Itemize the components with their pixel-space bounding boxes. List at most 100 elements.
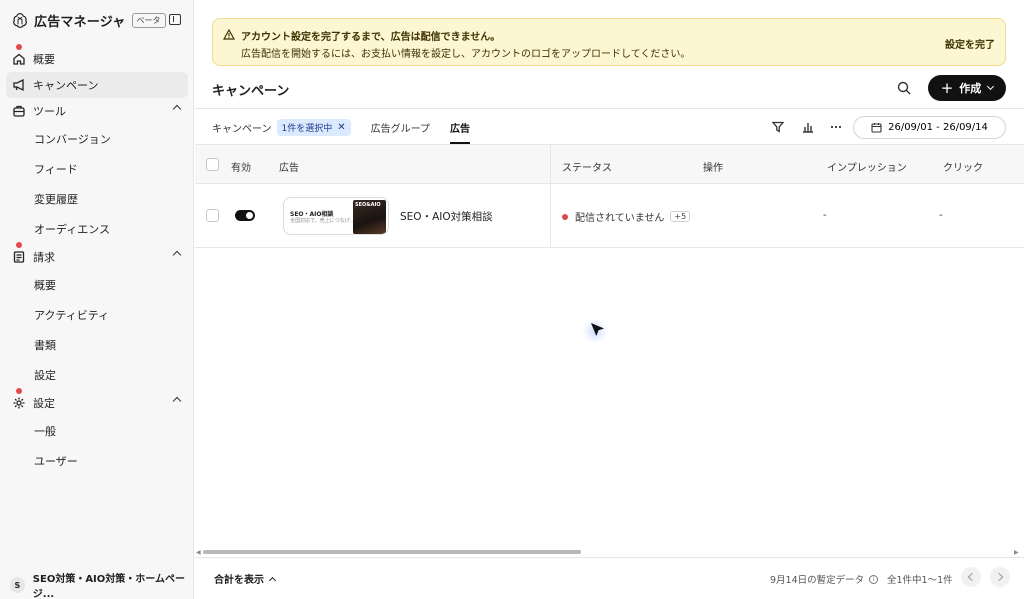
chart-icon[interactable] xyxy=(801,120,815,134)
sidebar-subitem-conversions[interactable]: コンバージョン xyxy=(6,124,188,154)
sidebar-nav: 概要 キャンペーン ツール コンバージョン フィード 変更履歴 オーディエンス … xyxy=(6,44,188,476)
gear-icon xyxy=(13,397,25,409)
horizontal-scrollbar[interactable] xyxy=(203,550,581,554)
column-header-status[interactable]: ステータス xyxy=(562,159,612,174)
column-header-impressions[interactable]: インプレッション xyxy=(827,159,907,174)
chevron-down-icon xyxy=(987,82,995,91)
column-header-ad[interactable]: 広告 xyxy=(279,159,299,174)
scroll-left-arrow-icon[interactable]: ◀ xyxy=(196,549,201,556)
create-button-label: 作成 xyxy=(959,82,982,95)
divider xyxy=(195,108,1024,109)
estimate-note: 9月14日の暫定データ i xyxy=(770,572,879,586)
column-header-action[interactable]: 操作 xyxy=(703,159,723,174)
show-totals-label: 合計を表示 xyxy=(214,575,264,586)
megaphone-icon xyxy=(13,78,24,92)
info-icon[interactable]: i xyxy=(869,574,879,584)
plus-icon: + xyxy=(940,78,954,97)
ad-name[interactable]: SEO・AIO対策相談 xyxy=(400,209,493,224)
select-all-checkbox[interactable] xyxy=(206,158,219,171)
level-tabs: キャンペーン 1件を選択中 ✕ 広告グループ 広告 xyxy=(212,110,490,144)
ad-image: SEO&AIO xyxy=(353,200,386,234)
beta-badge: ベータ xyxy=(131,12,166,28)
column-header-enabled[interactable]: 有効 xyxy=(231,159,251,174)
sidebar-item-tools[interactable]: ツール xyxy=(6,98,188,124)
banner-body: 広告配信を開始するには、お支払い情報を設定し、アカウントのロゴをアップロードして… xyxy=(241,49,691,60)
brand[interactable]: 広告マネージャ ベータ xyxy=(12,10,166,30)
selection-chip[interactable]: 1件を選択中 ✕ xyxy=(276,118,351,136)
selection-chip-label: 1件を選択中 xyxy=(281,123,333,134)
ad-preview-thumbnail[interactable]: SEO・AIO相談 全国対応で、売上につなげ... SEO&AIO xyxy=(283,197,389,235)
sidebar-subitem-change-history[interactable]: 変更履歴 xyxy=(6,184,188,214)
calendar-icon xyxy=(871,123,882,133)
table-header: 有効 広告 ステータス 操作 インプレッション クリック xyxy=(195,144,1024,184)
filter-icon[interactable] xyxy=(771,120,785,134)
mouse-cursor-icon xyxy=(591,323,604,336)
create-button[interactable]: + 作成 xyxy=(928,75,1006,101)
status-more-badge[interactable]: +5 xyxy=(670,211,691,222)
complete-setup-button[interactable]: 設定を完了 xyxy=(945,36,995,51)
sidebar-subitem-general[interactable]: 一般 xyxy=(6,416,188,446)
warning-icon xyxy=(223,29,235,40)
impressions-cell: - xyxy=(823,210,827,221)
notification-dot xyxy=(16,388,22,394)
sidebar-subitem-feeds[interactable]: フィード xyxy=(6,154,188,184)
avatar: S xyxy=(10,577,25,593)
close-icon[interactable]: ✕ xyxy=(337,122,345,133)
sidebar-item-label: 請求 xyxy=(33,251,55,264)
tab-campaigns[interactable]: キャンペーン 1件を選択中 ✕ xyxy=(212,110,351,144)
sidebar-item-campaigns[interactable]: キャンペーン xyxy=(6,72,188,98)
app-title: 広告マネージャ xyxy=(34,14,126,30)
page-title: キャンペーン xyxy=(212,84,290,99)
sidebar-item-settings[interactable]: 設定 xyxy=(6,388,188,416)
sidebar-item-billing[interactable]: 請求 xyxy=(6,242,188,270)
sidebar: 広告マネージャ ベータ 概要 キャンペーン ツール コンバージョン フィード 変… xyxy=(0,0,194,599)
status-text: 配信されていません xyxy=(575,213,665,224)
date-range-label: 26/09/01 - 26/09/14 xyxy=(888,122,988,133)
sidebar-item-label: キャンペーン xyxy=(33,79,99,92)
sidebar-item-overview[interactable]: 概要 xyxy=(6,44,188,72)
account-name: SEO対策・AIO対策・ホームページ... xyxy=(32,574,185,599)
scroll-right-arrow-icon[interactable]: ▶ xyxy=(1014,549,1019,556)
sidebar-subitem-users[interactable]: ユーザー xyxy=(6,446,188,476)
sidebar-subitem-documents[interactable]: 書類 xyxy=(6,330,188,360)
chevron-up-icon[interactable] xyxy=(172,250,182,260)
status-cell[interactable]: 配信されていません +5 xyxy=(562,209,691,224)
main-content: アカウント設定を完了するまで、広告は配信できません。 広告配信を開始するには、お… xyxy=(195,0,1024,599)
sidebar-subitem-billing-overview[interactable]: 概要 xyxy=(6,270,188,300)
table-row[interactable]: SEO・AIO相談 全国対応で、売上につなげ... SEO&AIO SEO・AI… xyxy=(195,184,1024,248)
previous-page-button[interactable] xyxy=(961,567,981,587)
sidebar-toggle-icon[interactable] xyxy=(169,14,181,25)
setup-warning-banner: アカウント設定を完了するまで、広告は配信できません。 広告配信を開始するには、お… xyxy=(212,18,1006,66)
chevron-up-icon xyxy=(268,576,277,584)
date-range-picker[interactable]: 26/09/01 - 26/09/14 xyxy=(853,116,1006,139)
search-icon[interactable] xyxy=(896,80,912,96)
sidebar-subitem-audiences[interactable]: オーディエンス xyxy=(6,214,188,244)
divider xyxy=(195,557,1024,558)
pagination-summary: 全1件中1〜1件 xyxy=(887,575,953,586)
clicks-cell: - xyxy=(939,210,943,221)
chevron-up-icon[interactable] xyxy=(172,396,182,406)
sidebar-item-label: 設定 xyxy=(33,397,55,410)
enabled-toggle[interactable] xyxy=(235,210,255,221)
status-dot xyxy=(562,213,568,220)
sidebar-item-label: ツール xyxy=(33,105,66,118)
openai-logo-icon xyxy=(13,13,27,28)
toolbox-icon xyxy=(13,105,25,117)
tab-ads[interactable]: 広告 xyxy=(450,110,471,144)
ad-image-text: SEO&AIO xyxy=(355,202,381,208)
next-page-button[interactable] xyxy=(990,567,1010,587)
receipt-icon xyxy=(13,251,25,263)
banner-title: アカウント設定を完了するまで、広告は配信できません。 xyxy=(241,32,501,43)
row-checkbox[interactable] xyxy=(206,209,219,222)
column-header-clicks[interactable]: クリック xyxy=(943,159,983,174)
account-switcher[interactable]: S SEO対策・AIO対策・ホームページ... xyxy=(10,570,193,599)
notification-dot xyxy=(16,242,22,248)
sidebar-subitem-activity[interactable]: アクティビティ xyxy=(6,300,188,330)
show-totals-toggle[interactable]: 合計を表示 xyxy=(214,571,277,586)
notification-dot xyxy=(16,44,22,50)
chevron-up-icon[interactable] xyxy=(172,104,182,114)
tab-ad-groups[interactable]: 広告グループ xyxy=(371,110,430,144)
sidebar-subitem-billing-settings[interactable]: 設定 xyxy=(6,360,188,390)
more-icon[interactable] xyxy=(829,120,843,134)
tab-label: キャンペーン xyxy=(212,123,272,135)
